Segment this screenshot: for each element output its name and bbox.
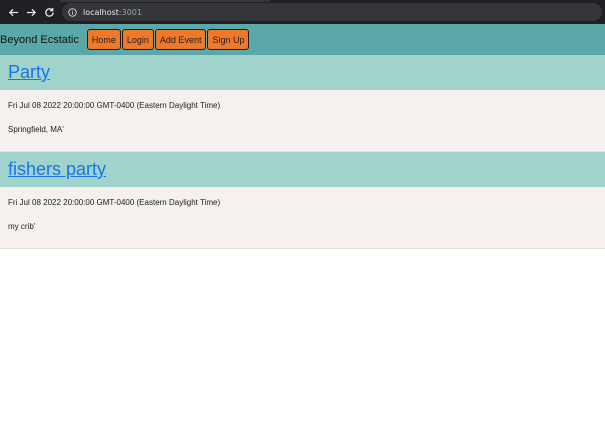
add-event-button[interactable]: Add Event <box>154 29 207 50</box>
event-location: my crib' <box>8 222 36 231</box>
event-location: Springfield, MA' <box>8 125 64 134</box>
url-port: :3001 <box>118 7 142 17</box>
tab-strip <box>60 0 270 2</box>
event-header: Party <box>0 55 605 90</box>
event-title-link[interactable]: fishers party <box>8 159 106 180</box>
login-button[interactable]: Login <box>121 29 154 50</box>
reload-icon[interactable] <box>40 3 58 21</box>
back-arrow-icon[interactable] <box>4 3 22 21</box>
url-host: localhost <box>83 7 119 17</box>
browser-toolbar: localhost:3001 <box>0 0 605 24</box>
site-navbar: Beyond Ecstatic Home Login Add Event Sig… <box>0 24 605 55</box>
event-date: Fri Jul 08 2022 20:00:00 GMT-0400 (Easte… <box>8 198 221 207</box>
event-card: fishers party Fri Jul 08 2022 20:00:00 G… <box>0 152 605 249</box>
home-button[interactable]: Home <box>86 29 121 50</box>
brand-name: Beyond Ecstatic <box>0 33 79 46</box>
forward-arrow-icon[interactable] <box>22 3 40 21</box>
address-bar[interactable]: localhost:3001 <box>62 3 602 21</box>
event-card: Party Fri Jul 08 2022 20:00:00 GMT-0400 … <box>0 55 605 152</box>
event-details: Fri Jul 08 2022 20:00:00 GMT-0400 (Easte… <box>0 90 605 152</box>
info-icon[interactable] <box>68 7 77 17</box>
event-header: fishers party <box>0 152 605 187</box>
event-details: Fri Jul 08 2022 20:00:00 GMT-0400 (Easte… <box>0 187 605 249</box>
event-date: Fri Jul 08 2022 20:00:00 GMT-0400 (Easte… <box>8 101 221 110</box>
event-title-link[interactable]: Party <box>8 62 50 83</box>
sign-up-button[interactable]: Sign Up <box>207 29 250 50</box>
